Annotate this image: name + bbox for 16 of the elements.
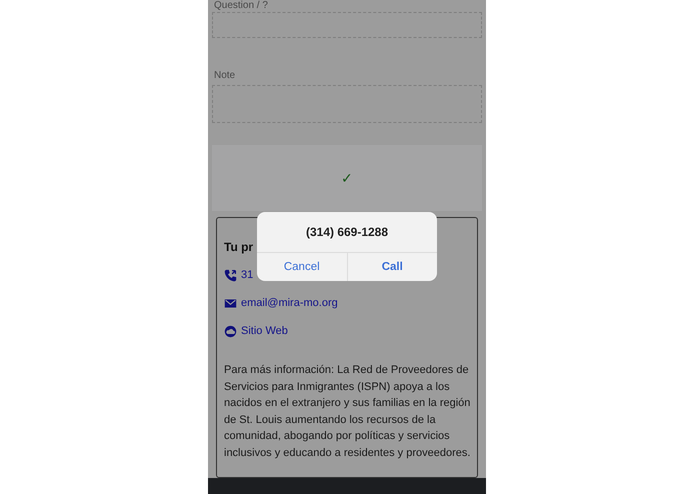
- envelope-icon: [224, 296, 237, 310]
- dialog-title: (314) 669-1288: [304, 224, 390, 241]
- cloud-icon: [224, 324, 237, 338]
- dialog-button[interactable]: Cancel: [257, 253, 346, 281]
- field-label: Question / ?: [214, 0, 269, 11]
- description-text: Para más información: La Red de Proveedores de Servicios para Inmigrantes (ISPN) apoya a los nacidos en el extranjero y sus familias en la región de St. Louis aumentando los recursos de la comunidad, abogando por políticas y servicios inclusivos y educando a residentes y proveedores.: [224, 363, 471, 461]
- contact-link[interactable]: email@mira-mo.org: [241, 297, 338, 310]
- input-field[interactable]: [212, 12, 482, 38]
- contact-link[interactable]: Sitio Web: [241, 325, 288, 338]
- card-title: Tu pr: [224, 240, 254, 254]
- contact-link[interactable]: 31: [241, 269, 254, 282]
- input-field[interactable]: [212, 84, 482, 123]
- phone-icon: [224, 268, 237, 282]
- submit-button[interactable]: ✓: [212, 144, 482, 212]
- dialog-button[interactable]: Call: [346, 253, 437, 281]
- field-label: Note: [214, 70, 236, 81]
